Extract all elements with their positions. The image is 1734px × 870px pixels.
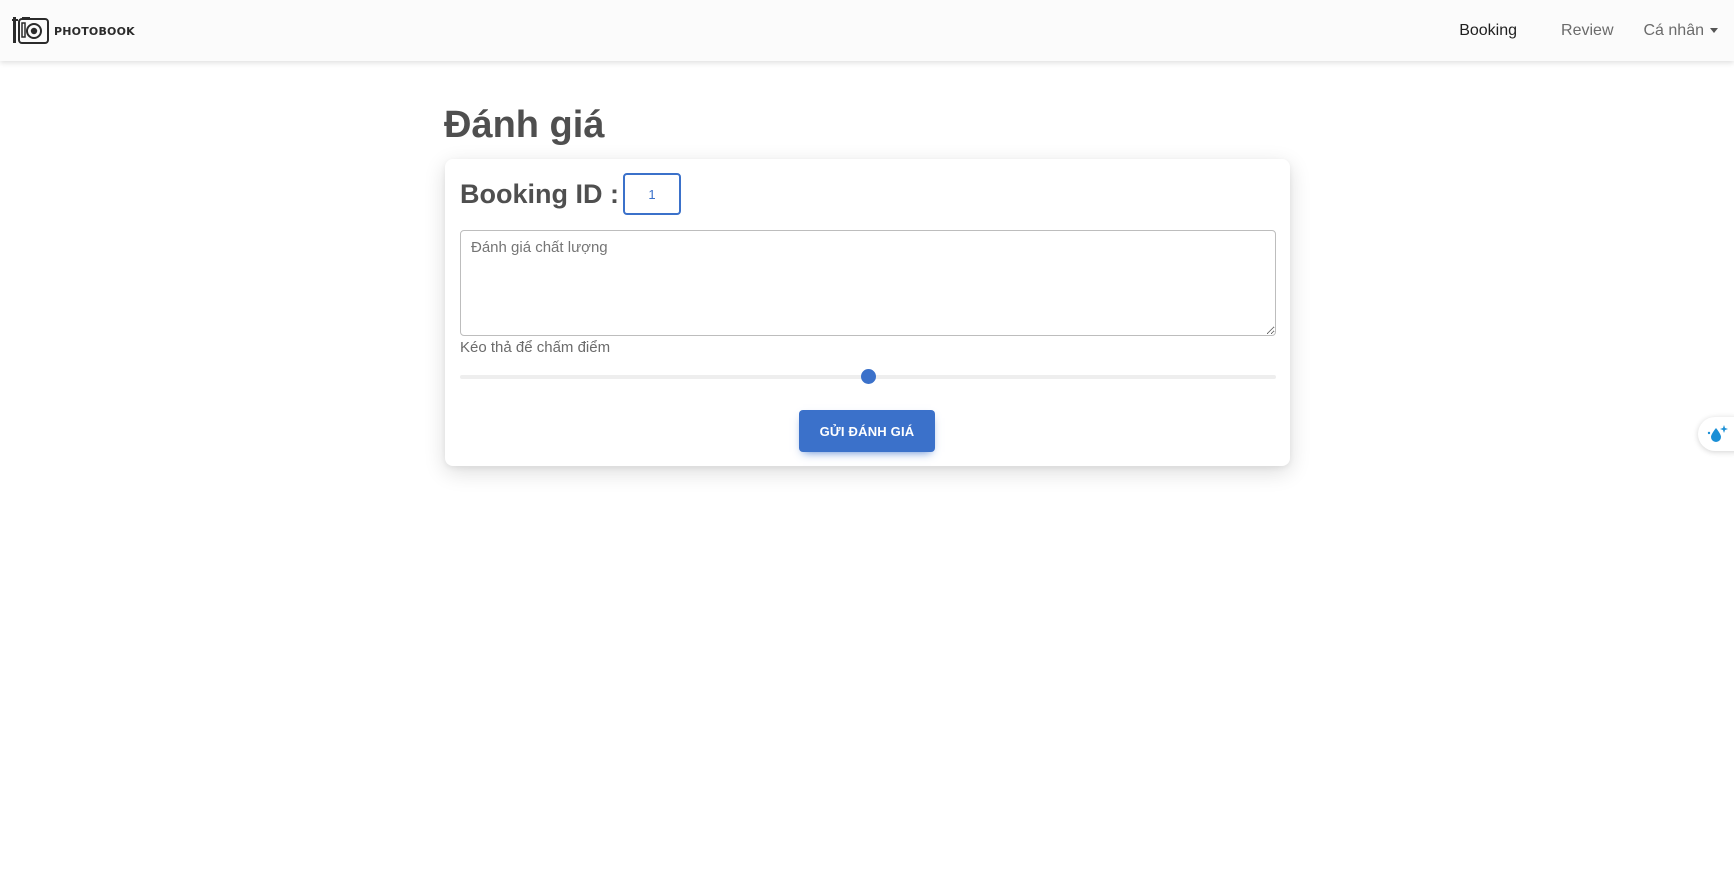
nav-dropdown-personal-label: Cá nhân: [1643, 21, 1705, 39]
rating-slider[interactable]: [460, 369, 1276, 384]
brand-text: PHOTOBOOK: [54, 24, 135, 38]
floating-widget-button[interactable]: [1698, 417, 1734, 451]
nav-dropdown-personal[interactable]: Cá nhân: [1643, 21, 1718, 40]
nav-link-review[interactable]: Review: [1561, 22, 1613, 40]
camera-logo-icon: [12, 17, 49, 44]
review-textarea[interactable]: [460, 230, 1276, 336]
nav-link-booking[interactable]: Booking: [1459, 22, 1517, 40]
brand-link[interactable]: PHOTOBOOK: [12, 15, 135, 47]
submit-review-button[interactable]: GỬI ĐÁNH GIÁ: [799, 410, 935, 452]
booking-id-row: Booking ID :: [460, 173, 681, 215]
rating-slider-thumb[interactable]: [861, 369, 876, 384]
rating-slider-label: Kéo thả để chấm điểm: [460, 339, 611, 356]
nav-links: Booking Review Cá nhân: [1415, 0, 1718, 61]
booking-id-input[interactable]: [622, 173, 681, 215]
review-form-card: Booking ID : Kéo thả để chấm điểm GỬI ĐÁ…: [445, 159, 1290, 466]
drop-sparkle-icon: [1707, 425, 1728, 442]
navbar: PHOTOBOOK Booking Review Cá nhân: [0, 0, 1734, 61]
booking-id-label: Booking ID :: [460, 178, 619, 209]
caret-down-icon: [1710, 28, 1718, 33]
page-title: Đánh giá: [444, 104, 605, 146]
